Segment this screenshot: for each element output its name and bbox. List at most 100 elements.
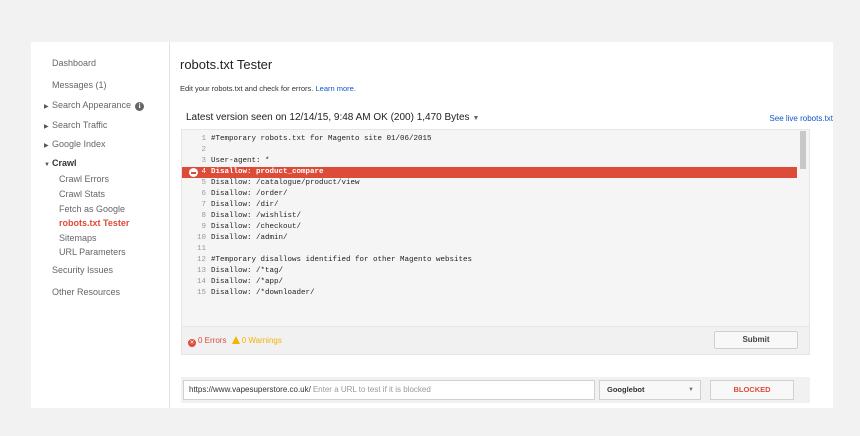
line-number: 7	[201, 201, 206, 209]
expand-arrow-icon: ▶	[44, 124, 49, 130]
line-text: Disallow: /catalogue/product/view	[211, 179, 360, 187]
line-text: Disallow: /wishlist/	[211, 212, 302, 220]
error-minus-icon	[189, 168, 198, 177]
line-number: 14	[196, 278, 206, 286]
code-line[interactable]: 3 User-agent: *	[182, 156, 797, 167]
code-line[interactable]: 8 Disallow: /wishlist/	[182, 211, 797, 222]
code-line[interactable]: 7 Disallow: /dir/	[182, 200, 797, 211]
sidebar-item-label: Messages (1)	[52, 80, 107, 90]
sidebar-item-other-resources[interactable]: Other Resources	[52, 287, 120, 297]
code-line[interactable]: 15 Disallow: /*downloader/	[182, 288, 797, 299]
code-line[interactable]: 1 #Temporary robots.txt for Magento site …	[182, 134, 797, 145]
error-x-icon: ✕	[188, 339, 196, 347]
url-tester: https://www.vapesuperstore.co.uk/ Google…	[181, 377, 810, 403]
line-text: Disallow: /order/	[211, 190, 288, 198]
test-result-button[interactable]: BLOCKED	[710, 380, 794, 400]
expand-arrow-icon: ▶	[44, 143, 49, 149]
sidebar-item-dashboard[interactable]: Dashboard	[52, 58, 96, 68]
url-prefix: https://www.vapesuperstore.co.uk/	[189, 385, 311, 394]
sidebar-item-label: robots.txt Tester	[59, 218, 130, 228]
sidebar-item-label: Sitemaps	[59, 233, 97, 243]
sidebar-item-label: Dashboard	[52, 58, 97, 68]
line-text: Disallow: /*tag/	[211, 267, 284, 275]
dropdown-arrow-icon: ▼	[688, 387, 694, 393]
sidebar-item-label: Search Appearance	[52, 100, 132, 110]
selected-agent: Googlebot	[607, 385, 645, 394]
robots-editor[interactable]: 1 #Temporary robots.txt for Magento site …	[181, 129, 810, 327]
line-text: #Temporary disallows identified for othe…	[211, 256, 473, 264]
sidebar-item-label: Google Index	[52, 139, 106, 149]
sidebar-item-label: Crawl Errors	[59, 174, 110, 184]
line-number: 9	[201, 223, 206, 231]
code-line[interactable]: 14 Disallow: /*app/	[182, 277, 797, 288]
line-number: 8	[201, 212, 206, 220]
error-count: 0 Errors	[198, 336, 227, 345]
sidebar-item-sitemaps[interactable]: Sitemaps	[59, 233, 97, 243]
editor-scrollbar[interactable]	[797, 130, 809, 326]
sidebar-item-robots-tester[interactable]: robots.txt Tester	[59, 218, 129, 228]
sidebar-item-search-appearance[interactable]: ▶ Search Appearance i	[44, 100, 145, 111]
learn-more-link[interactable]: Learn more.	[315, 84, 355, 93]
code-line-error[interactable]: 4 Disallow: product_compare	[182, 167, 797, 178]
main-panel: robots.txt Tester Edit your robots.txt a…	[170, 42, 833, 408]
editor-status-bar: ✕ 0 Errors 0 Warnings Submit	[181, 327, 810, 355]
line-number: 5	[201, 179, 206, 187]
sidebar: Dashboard Messages (1) ▶ Search Appearanc…	[31, 42, 170, 408]
sidebar-item-crawl-stats[interactable]: Crawl Stats	[59, 189, 105, 199]
sidebar-item-label: Crawl Stats	[59, 189, 106, 199]
warning-icon	[231, 336, 240, 344]
line-number: 13	[196, 267, 206, 275]
sidebar-item-crawl-errors[interactable]: Crawl Errors	[59, 174, 109, 184]
code-line[interactable]: 6 Disallow: /order/	[182, 189, 797, 200]
user-agent-select[interactable]: Googlebot ▼	[599, 380, 701, 400]
code-lines: 1 #Temporary robots.txt for Magento site …	[182, 134, 797, 299]
collapse-arrow-icon: ▼	[44, 162, 50, 168]
see-live-robots-link[interactable]: See live robots.txt	[769, 114, 833, 123]
sidebar-item-crawl[interactable]: ▼ Crawl	[44, 158, 77, 168]
sidebar-item-messages[interactable]: Messages (1)	[52, 80, 107, 90]
code-line[interactable]: 10 Disallow: /admin/	[182, 233, 797, 244]
version-selector[interactable]: Latest version seen on 12/14/15, 9:48 AM…	[186, 112, 479, 123]
code-line[interactable]: 11	[182, 244, 797, 255]
version-text: Latest version seen on 12/14/15, 9:48 AM…	[186, 112, 470, 123]
sidebar-item-label: Security Issues	[52, 265, 114, 275]
description-text: Edit your robots.txt and check for error…	[180, 84, 314, 93]
code-line[interactable]: 12 #Temporary disallows identified for ot…	[182, 255, 797, 266]
line-text: Disallow: /*downloader/	[211, 289, 315, 297]
app-frame: Dashboard Messages (1) ▶ Search Appearanc…	[31, 42, 833, 408]
scrollbar-thumb[interactable]	[800, 131, 806, 169]
line-text: Disallow: /admin/	[211, 234, 288, 242]
line-text: #Temporary robots.txt for Magento site 0…	[211, 135, 432, 143]
line-text: Disallow: /dir/	[211, 201, 279, 209]
info-icon[interactable]: i	[135, 102, 145, 111]
line-number: 2	[201, 146, 206, 154]
warning-count: 0 Warnings	[241, 336, 282, 345]
line-number: 10	[196, 234, 206, 242]
status-summary: ✕ 0 Errors 0 Warnings	[188, 336, 282, 347]
page-description: Edit your robots.txt and check for error…	[180, 84, 356, 93]
line-text: User-agent: *	[211, 157, 270, 165]
sidebar-item-security-issues[interactable]: Security Issues	[52, 265, 113, 275]
sidebar-item-google-index[interactable]: ▶ Google Index	[44, 139, 106, 149]
sidebar-item-url-parameters[interactable]: URL Parameters	[59, 247, 126, 257]
code-line[interactable]: 13 Disallow: /*tag/	[182, 266, 797, 277]
line-number: 12	[196, 256, 206, 264]
line-number: 3	[201, 157, 206, 165]
url-path-input[interactable]	[310, 385, 493, 394]
line-text: Disallow: /checkout/	[211, 223, 302, 231]
dropdown-caret-icon: ▼	[472, 115, 480, 122]
code-line[interactable]: 2	[182, 145, 797, 156]
line-number: 11	[196, 245, 206, 253]
sidebar-item-label: Other Resources	[52, 287, 121, 297]
submit-button[interactable]: Submit	[714, 331, 798, 349]
code-line[interactable]: 5 Disallow: /catalogue/product/view	[182, 178, 797, 189]
line-number: 6	[201, 190, 206, 198]
sidebar-item-label: Crawl	[52, 158, 77, 168]
sidebar-item-fetch-as-google[interactable]: Fetch as Google	[59, 204, 125, 214]
expand-arrow-icon: ▶	[44, 104, 49, 110]
code-line[interactable]: 9 Disallow: /checkout/	[182, 222, 797, 233]
line-text: Disallow: /*app/	[211, 278, 284, 286]
line-number: 1	[201, 135, 206, 143]
sidebar-item-search-traffic[interactable]: ▶ Search Traffic	[44, 120, 107, 130]
url-field[interactable]: https://www.vapesuperstore.co.uk/	[183, 380, 595, 400]
